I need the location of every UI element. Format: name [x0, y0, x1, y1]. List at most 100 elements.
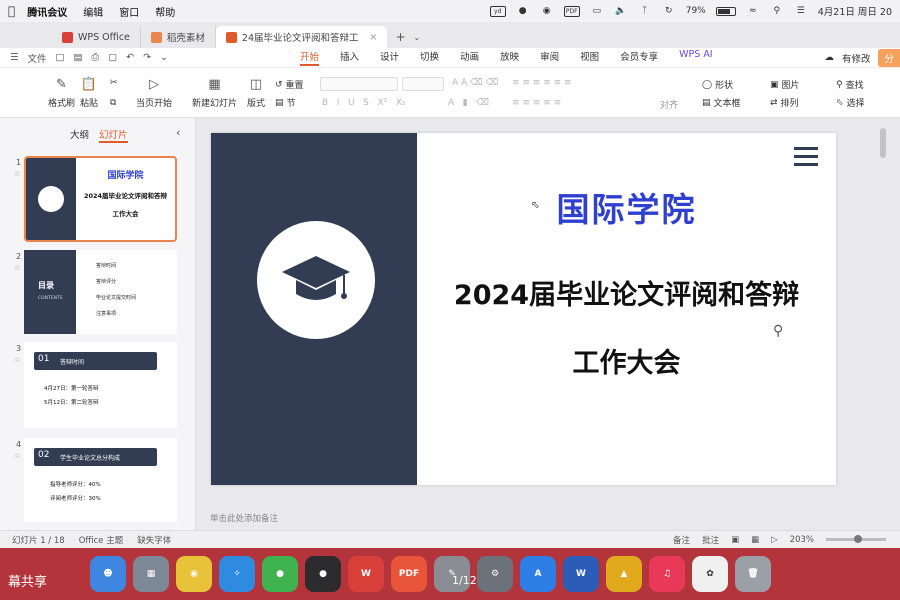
new-tab-button[interactable]: + ⌄ — [395, 26, 420, 48]
chevron-down-icon[interactable]: ⌄ — [414, 33, 421, 42]
menu-edit[interactable]: 编辑 — [83, 4, 103, 19]
tab-daoke[interactable]: 稻壳素材 — [141, 26, 216, 48]
paragraph-controls[interactable]: ≡ ≡ ≡ ≡ ≡ — [512, 98, 561, 108]
tab-presentation[interactable]: 24届毕业论文评阅和答辩工 × — [215, 26, 388, 48]
qq-icon[interactable]: ● — [516, 5, 530, 17]
sync-icon[interactable]: ↻ — [662, 5, 676, 17]
safari-icon[interactable]: ✧ — [219, 556, 255, 592]
font-size-controls[interactable]: A A ⌫ ⌫ — [452, 78, 498, 88]
redo-icon[interactable]: ↷ — [143, 52, 151, 63]
control-center-icon[interactable]: ☰ — [794, 5, 808, 17]
section-button[interactable]: ▤ 节 — [275, 96, 296, 110]
apple-icon[interactable]:  — [8, 4, 15, 18]
tab-slides[interactable]: 幻灯片 — [99, 127, 128, 143]
slide-subtitle[interactable]: 2024届毕业论文评阅和答辩 — [417, 273, 836, 312]
tab-transition[interactable]: 切换 — [420, 49, 439, 66]
keynote-app-icon[interactable]: ▲ — [606, 556, 642, 592]
reading-view-icon[interactable]: ▷ — [771, 535, 778, 545]
theme-name[interactable]: Office 主题 — [79, 534, 124, 546]
copy-icon[interactable]: ⧉ — [110, 98, 116, 108]
file-menu[interactable]: 文件 — [28, 51, 47, 65]
select-button[interactable]: ⬁ 选择 — [836, 96, 865, 110]
notes-placeholder[interactable]: 单击此处添加备注 — [210, 512, 278, 524]
sorter-view-icon[interactable]: ▦ — [751, 535, 759, 545]
more-icon[interactable]: ⌄ — [160, 52, 168, 63]
search-icon[interactable]: ⚲ — [770, 5, 784, 17]
slide-subtitle-2[interactable]: 工作大会 — [417, 341, 836, 380]
bluetooth-icon[interactable]: ᛉ — [638, 5, 652, 17]
font-color-controls[interactable]: A ▮ ⌫ — [448, 98, 489, 108]
tab-insert[interactable]: 插入 — [340, 49, 359, 66]
trash-icon[interactable]: 🗑 — [735, 556, 771, 592]
settings-app-icon[interactable]: ⚙ — [477, 556, 513, 592]
arrange-button[interactable]: ⇄ 排列 — [770, 96, 799, 110]
slide-thumbnail-4[interactable]: 02 学生毕业论文总分构成 指导老师评分：40% 评阅老师评分：30% — [24, 438, 177, 522]
volume-icon[interactable]: 🔈 — [614, 5, 628, 17]
undo-icon[interactable]: ↶ — [126, 52, 134, 63]
tab-review[interactable]: 审阅 — [540, 49, 559, 66]
normal-view-icon[interactable]: ▣ — [731, 535, 739, 545]
wechat-icon[interactable]: ● — [262, 556, 298, 592]
chrome-icon[interactable]: ◉ — [176, 556, 212, 592]
save-icon[interactable]: □ — [56, 52, 65, 63]
tab-outline[interactable]: 大纲 — [70, 127, 89, 143]
photos-app-icon[interactable]: ✿ — [692, 556, 728, 592]
tab-animation[interactable]: 动画 — [460, 49, 479, 66]
text-style-controls[interactable]: B I U S X² X₂ — [322, 98, 406, 108]
qq-app-icon[interactable]: ● — [305, 556, 341, 592]
pdf-app-icon[interactable]: PDF — [391, 556, 427, 592]
display-icon[interactable]: ▭ — [590, 5, 604, 17]
missing-font[interactable]: 缺失字体 — [137, 534, 171, 546]
datetime[interactable]: 4月21日 周日 20 — [818, 4, 892, 18]
zoom-slider[interactable] — [826, 535, 886, 543]
align-button[interactable]: 对齐 — [660, 98, 678, 111]
slide-thumbnail-2[interactable]: 目录 CONTENTS 答辩时间 答辩评分 毕业论文提交时间 注意事项 — [24, 250, 177, 334]
textbox-button[interactable]: ▤ 文本框 — [702, 96, 741, 110]
tab-design[interactable]: 设计 — [380, 49, 399, 66]
tab-home[interactable]: 开始 — [300, 49, 320, 66]
shape-button[interactable]: ◯ 形状 — [702, 78, 733, 92]
music-app-icon[interactable]: ♫ — [649, 556, 685, 592]
export-pdf-icon[interactable]: ▤ — [74, 52, 83, 63]
find-button[interactable]: ⚲ 查找 — [836, 78, 864, 92]
tab-member[interactable]: 会员专享 — [620, 49, 658, 66]
comments-toggle[interactable]: 批注 — [702, 534, 719, 546]
finder-icon[interactable]: ☻ — [90, 556, 126, 592]
appstore-icon[interactable]: A — [520, 556, 556, 592]
current-slide[interactable]: 国际学院 2024届毕业论文评阅和答辩 工作大会 ⬁ ⚲ — [211, 133, 836, 485]
collapse-panel-icon[interactable]: ‹ — [176, 126, 180, 139]
close-tab-icon[interactable]: × — [370, 32, 378, 43]
slide-thumbnail-1[interactable]: 国际学院 2024届毕业论文评阅和答辩 工作大会 — [24, 156, 177, 242]
reset-button[interactable]: ↺ 重置 — [275, 78, 304, 92]
picture-button[interactable]: ▣ 图片 — [770, 78, 800, 92]
menu-window[interactable]: 窗口 — [119, 4, 139, 19]
wifi-icon[interactable]: ≈ — [746, 5, 760, 17]
tencent-icon[interactable]: ◉ — [540, 5, 554, 17]
word-app-icon[interactable]: W — [563, 556, 599, 592]
zoom-level[interactable]: 203% — [790, 535, 814, 545]
notes-toggle[interactable]: 备注 — [673, 534, 690, 546]
menu-app-name[interactable]: 腾讯会议 — [27, 4, 67, 19]
preview-icon[interactable]: ▢ — [108, 52, 117, 63]
font-size-select[interactable] — [402, 77, 444, 91]
wps-app-icon[interactable]: W — [348, 556, 384, 592]
slide-title[interactable]: 国际学院 — [417, 183, 836, 231]
print-icon[interactable]: ⎙ — [92, 52, 100, 63]
cut-icon[interactable]: ✂ — [110, 78, 118, 88]
tab-wps-office[interactable]: WPS Office — [52, 26, 141, 48]
share-button[interactable]: 分 — [878, 48, 900, 67]
has-changes-label[interactable]: 有修改 — [842, 51, 871, 65]
paste-button[interactable]: 📋 粘贴 — [80, 76, 98, 110]
youdao-icon[interactable]: yd — [489, 5, 506, 17]
format-painter-button[interactable]: ✎ 格式刷 — [48, 76, 75, 110]
vertical-scrollbar[interactable] — [880, 128, 886, 158]
layout-button[interactable]: ◫ 版式 — [247, 76, 265, 110]
list-controls[interactable]: ≡ ≡ ≡ ≡ ≡ ≡ — [512, 78, 572, 88]
new-slide-button[interactable]: ▦ 新建幻灯片 — [192, 76, 237, 110]
tab-slideshow[interactable]: 放映 — [500, 49, 519, 66]
tab-wps-ai[interactable]: WPS AI — [679, 49, 712, 66]
magnifier-icon[interactable]: ⚲ — [773, 323, 783, 339]
hamburger-icon[interactable]: ☰ — [10, 52, 19, 63]
battery-icon[interactable] — [715, 6, 736, 16]
slide-thumbnail-3[interactable]: 01 答辩时间 4月27日：第一轮答辩 5月12日：第二轮答辩 — [24, 342, 177, 428]
